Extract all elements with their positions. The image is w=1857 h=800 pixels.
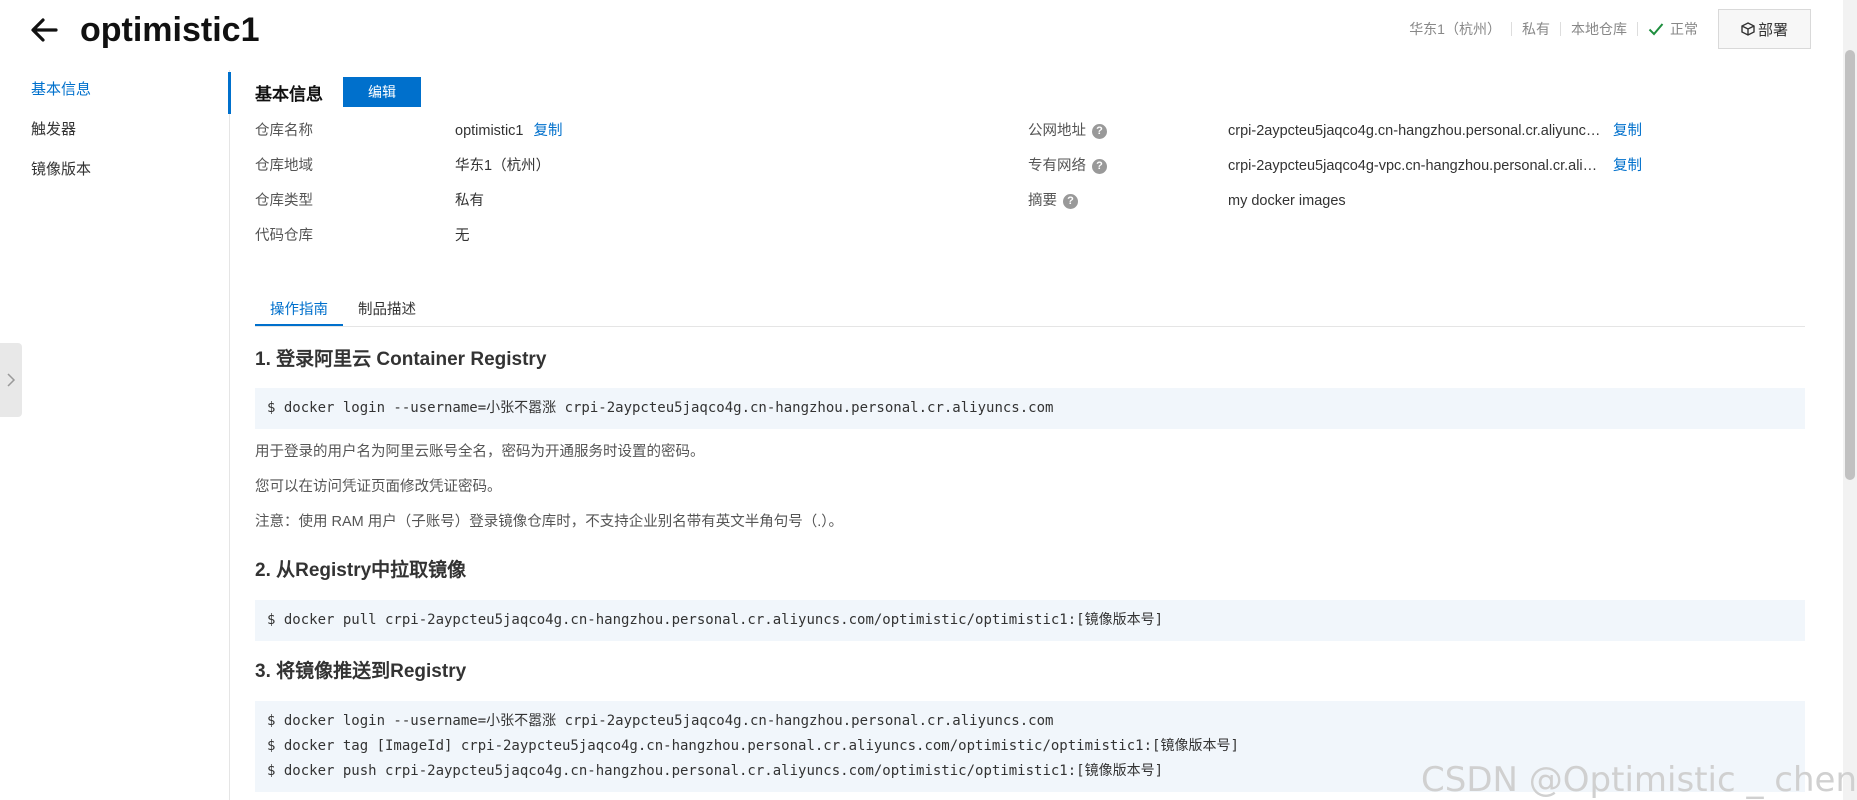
tab-operation-guide[interactable]: 操作指南 [255,282,343,326]
field-vpc-address: 专有网络 ? crpi-2aypcteu5jaqco4g-vpc.cn-hang… [1028,149,1642,184]
chevron-right-icon [7,373,16,387]
repo-name-value: optimistic1 [455,123,524,139]
field-label: 摘要 ? [1028,184,1228,219]
field-summary: 摘要 ? my docker images [1028,184,1346,219]
field-label-text: 专有网络 [1028,158,1086,174]
tab-artifact-description[interactable]: 制品描述 [343,282,431,326]
note-text: 用于登录的用户名为阿里云账号全名，密码为开通服务时设置的密码。 [255,444,705,460]
step-1-title: 1. 登录阿里云 Container Registry [255,349,547,370]
divider [1559,22,1561,36]
note-text: 注意：使用 RAM 用户（子账号）登录镜像仓库时，不支持企业别名带有英文半角句号… [255,514,844,530]
code-line: $ docker pull crpi-2aypcteu5jaqco4g.cn-h… [267,612,1164,628]
public-address-value: crpi-2aypcteu5jaqco4g.cn-hangzhou.person… [1228,123,1603,139]
scrollbar-thumb[interactable] [1845,50,1855,480]
region-label: 华东1（杭州） [1409,21,1501,37]
sidebar-item-image-versions[interactable]: 镜像版本 [0,150,228,190]
field-value: optimistic1 复制 [455,114,563,149]
field-label: 仓库类型 [255,193,313,209]
field-label: 公网地址 ? [1028,114,1228,149]
edit-button[interactable]: 编辑 [343,77,421,107]
field-label: 代码仓库 [255,228,313,244]
deploy-label: 部署 [1757,21,1788,39]
code-block: $ docker login --username=小张不嚣涨 crpi-2ay… [255,388,1805,429]
copy-vpc-address-link[interactable]: 复制 [1613,149,1642,184]
code-line: $ docker login --username=小张不嚣涨 crpi-2ay… [267,713,1054,729]
field-repo-name: 仓库名称 optimistic1 复制 [255,114,563,149]
help-icon[interactable]: ? [1063,194,1078,209]
field-value: 无 [455,228,470,244]
code-block: $ docker pull crpi-2aypcteu5jaqco4g.cn-h… [255,600,1805,641]
field-value: crpi-2aypcteu5jaqco4g-vpc.cn-hangzhou.pe… [1228,149,1642,184]
field-value: 私有 [455,193,484,209]
field-value: crpi-2aypcteu5jaqco4g.cn-hangzhou.person… [1228,114,1642,149]
field-code-repo: 代码仓库 无 [255,219,470,254]
status-badge: 正常 [1648,19,1698,39]
scrollbar-track[interactable] [1843,0,1857,800]
tab-bar: 操作指南 制品描述 [255,282,1805,327]
page-title: optimistic1 [80,11,260,49]
field-repo-region: 仓库地域 华东1（杭州） [255,149,550,184]
divider [1636,22,1638,36]
section-title: 基本信息 [255,84,323,104]
field-label-text: 摘要 [1028,193,1057,209]
code-line: $ docker tag [ImageId] crpi-2aypcteu5jaq… [267,738,1239,754]
back-arrow-icon[interactable] [26,10,66,50]
field-label: 专有网络 ? [1028,149,1228,184]
divider [1510,22,1512,36]
check-icon [1648,23,1664,36]
field-value: 华东1（杭州） [455,158,551,174]
main-content: 基本信息 编辑 仓库名称 optimistic1 复制 仓库地域 华东1（杭州）… [255,70,1805,792]
note-text: 您可以在访问凭证页面修改凭证密码。 [255,479,502,495]
info-grid: 仓库名称 optimistic1 复制 仓库地域 华东1（杭州） 仓库类型 私有… [255,114,1805,254]
visibility-label: 私有 [1521,21,1550,37]
cube-icon [1741,22,1755,36]
sidebar-item-basic-info[interactable]: 基本信息 [0,70,228,110]
sidebar-item-triggers[interactable]: 触发器 [0,110,228,150]
help-icon[interactable]: ? [1092,124,1107,139]
watermark-text: CSDN @Optimistic _ chen [1421,760,1857,800]
field-public-address: 公网地址 ? crpi-2aypcteu5jaqco4g.cn-hangzhou… [1028,114,1642,149]
copy-repo-name-link[interactable]: 复制 [534,114,563,149]
sidebar: 基本信息 触发器 镜像版本 [0,70,228,190]
operation-guide: 1. 登录阿里云 Container Registry $ docker log… [255,338,1805,792]
sidebar-divider [229,70,230,800]
field-label: 仓库名称 [255,123,313,139]
help-icon[interactable]: ? [1092,159,1107,174]
basic-info-header: 基本信息 编辑 [255,70,1805,114]
step-3-title: 3. 将镜像推送到Registry [255,661,467,682]
header-meta: 华东1（杭州） 私有 本地仓库 正常 部署 [1409,9,1811,49]
field-label-text: 公网地址 [1028,123,1086,139]
sidebar-collapse-toggle[interactable] [0,343,22,417]
repo-kind-label: 本地仓库 [1570,21,1627,37]
vpc-address-value: crpi-2aypcteu5jaqco4g-vpc.cn-hangzhou.pe… [1228,158,1603,174]
field-value: my docker images [1228,193,1346,209]
step-2-title: 2. 从Registry中拉取镜像 [255,560,467,581]
status-text: 正常 [1669,21,1698,37]
code-line: $ docker login --username=小张不嚣涨 crpi-2ay… [267,400,1054,416]
field-label: 仓库地域 [255,158,313,174]
field-repo-type: 仓库类型 私有 [255,184,484,219]
copy-public-address-link[interactable]: 复制 [1613,114,1642,149]
sidebar-active-indicator [228,72,231,114]
deploy-button[interactable]: 部署 [1717,9,1811,49]
